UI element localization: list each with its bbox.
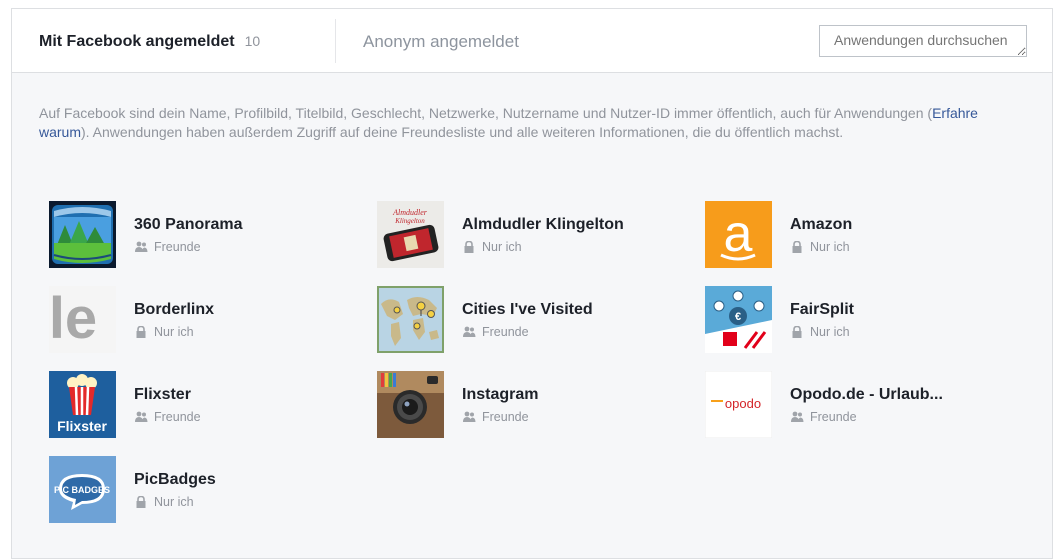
app-audience[interactable]: Freunde: [462, 410, 529, 424]
app-item[interactable]: opodo Opodo.de - Urlaub... Freunde: [705, 371, 1005, 439]
info-text-after: ). Anwendungen haben außerdem Zugriff au…: [81, 124, 844, 140]
app-audience-label: Freunde: [154, 410, 201, 424]
app-item[interactable]: PIC BADGES PicBadges Nur ich: [49, 456, 349, 524]
app-audience-label: Freunde: [482, 325, 529, 339]
panorama-app-icon[interactable]: [49, 201, 116, 268]
lock-icon: [792, 241, 802, 253]
app-audience-label: Freunde: [154, 240, 201, 254]
app-name[interactable]: Almdudler Klingelton: [462, 216, 624, 234]
app-audience[interactable]: Freunde: [134, 240, 201, 254]
app-audience-label: Nur ich: [810, 240, 850, 254]
app-audience-label: Nur ich: [482, 240, 522, 254]
info-text: Auf Facebook sind dein Name, Profilbild,…: [39, 104, 1024, 142]
svg-text:Klingelton: Klingelton: [394, 217, 425, 225]
lock-icon: [136, 496, 146, 508]
app-audience[interactable]: Freunde: [134, 410, 201, 424]
search-apps-input[interactable]: [819, 25, 1027, 57]
app-audience[interactable]: Nur ich: [790, 240, 850, 254]
lock-icon: [464, 241, 474, 253]
app-name[interactable]: Flixster: [134, 386, 191, 404]
app-audience[interactable]: Nur ich: [134, 495, 194, 509]
app-audience-label: Nur ich: [154, 495, 194, 509]
app-audience[interactable]: Freunde: [462, 325, 529, 339]
info-text-before: Auf Facebook sind dein Name, Profilbild,…: [39, 105, 933, 121]
app-name[interactable]: Cities I've Visited: [462, 301, 593, 319]
borderlinx-app-icon[interactable]: le: [49, 286, 116, 353]
icon-text: Almdudler: [392, 208, 428, 217]
app-audience[interactable]: Freunde: [790, 410, 857, 424]
flixster-app-icon[interactable]: Flixster: [49, 371, 116, 438]
app-item[interactable]: a Amazon Nur ich: [705, 201, 1005, 269]
lock-icon: [792, 326, 802, 338]
euro-icon: €: [735, 311, 741, 323]
picbadges-app-icon[interactable]: PIC BADGES: [49, 456, 116, 523]
instagram-app-icon[interactable]: [377, 371, 444, 438]
app-item[interactable]: le Borderlinx Nur ich: [49, 286, 349, 354]
app-item[interactable]: € FairSplit Nur ich: [705, 286, 1005, 354]
app-name[interactable]: 360 Panorama: [134, 216, 243, 234]
app-audience-label: Freunde: [810, 410, 857, 424]
app-item[interactable]: Almdudler Klingelton Almdudler Klingelto…: [377, 201, 677, 269]
app-item[interactable]: Cities I've Visited Freunde: [377, 286, 677, 354]
tab-divider: [335, 19, 336, 63]
app-name[interactable]: Instagram: [462, 386, 538, 404]
almdudler-app-icon[interactable]: Almdudler Klingelton: [377, 201, 444, 268]
friends-icon: [135, 241, 148, 252]
app-item[interactable]: 360 Panorama Freunde: [49, 201, 349, 269]
tab-logged-in-anonymously[interactable]: Anonym angemeldet: [363, 32, 519, 52]
app-audience[interactable]: Nur ich: [790, 325, 850, 339]
app-audience-label: Nur ich: [154, 325, 194, 339]
app-audience[interactable]: Nur ich: [462, 240, 522, 254]
friends-icon: [135, 411, 148, 422]
opodo-app-icon[interactable]: opodo: [705, 371, 772, 438]
amazon-app-icon[interactable]: a: [705, 201, 772, 268]
tab-label: Mit Facebook angemeldet: [39, 33, 235, 50]
app-audience[interactable]: Nur ich: [134, 325, 194, 339]
tab-logged-in-with-facebook[interactable]: Mit Facebook angemeldet 10: [39, 33, 260, 53]
icon-text: Flixster: [57, 418, 107, 434]
app-name[interactable]: FairSplit: [790, 301, 854, 319]
app-name[interactable]: Borderlinx: [134, 301, 214, 319]
icon-text: PIC BADGES: [54, 485, 110, 495]
apps-settings-panel: Mit Facebook angemeldet 10 Anonym angemel…: [11, 8, 1053, 559]
app-name[interactable]: PicBadges: [134, 471, 216, 489]
cities-map-app-icon[interactable]: [377, 286, 444, 353]
icon-text: opodo: [725, 396, 761, 411]
app-name[interactable]: Amazon: [790, 216, 852, 234]
tab-count: 10: [244, 33, 261, 49]
icon-letter: a: [724, 205, 753, 263]
app-audience-label: Freunde: [482, 410, 529, 424]
lock-icon: [136, 326, 146, 338]
friends-icon: [791, 411, 804, 422]
friends-icon: [463, 326, 476, 337]
app-name[interactable]: Opodo.de - Urlaub...: [790, 386, 943, 404]
app-audience-label: Nur ich: [810, 325, 850, 339]
tab-bar: Mit Facebook angemeldet 10 Anonym angemel…: [12, 9, 1052, 73]
fairsplit-app-icon[interactable]: €: [705, 286, 772, 353]
app-item[interactable]: Flixster Flixster Freunde: [49, 371, 349, 439]
app-item[interactable]: Instagram Freunde: [377, 371, 677, 439]
friends-icon: [463, 411, 476, 422]
